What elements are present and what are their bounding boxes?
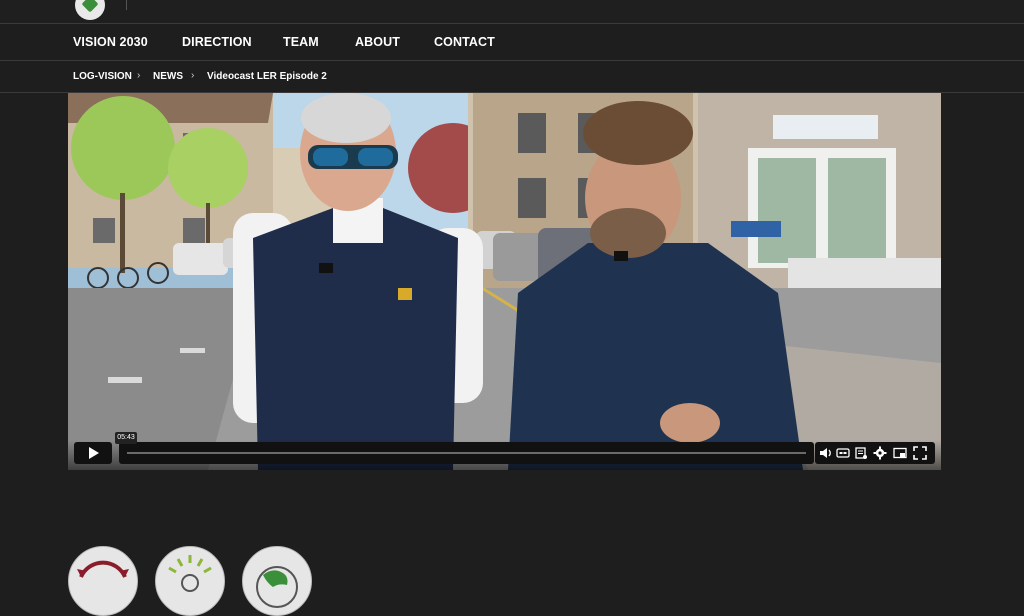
breadcrumb-current-page: Videocast LER Episode 2 bbox=[207, 71, 327, 82]
nav-item-about[interactable]: ABOUT bbox=[355, 35, 400, 49]
breadcrumb-news[interactable]: NEWS bbox=[153, 71, 183, 82]
captions-icon[interactable] bbox=[836, 446, 850, 460]
video-frame[interactable] bbox=[68, 93, 941, 470]
progress-track bbox=[127, 452, 806, 454]
player-control-icons bbox=[815, 442, 935, 464]
main-navigation: VISION 2030 DIRECTION TEAM ABOUT CONTACT bbox=[0, 24, 1024, 61]
nav-item-vision-2030[interactable]: VISION 2030 bbox=[73, 35, 148, 49]
fullscreen-icon[interactable] bbox=[913, 446, 927, 460]
play-button[interactable] bbox=[74, 442, 112, 464]
nav-item-contact[interactable]: CONTACT bbox=[434, 35, 495, 49]
settings-icon[interactable] bbox=[873, 446, 887, 460]
transcript-icon[interactable] bbox=[854, 446, 868, 460]
breadcrumb-log-vision[interactable]: LOG-VISION bbox=[73, 71, 132, 82]
video-player[interactable]: 05:43 bbox=[68, 93, 941, 470]
globe-icon[interactable] bbox=[242, 546, 312, 616]
top-bar bbox=[0, 0, 1024, 24]
log-vision-logo-icon[interactable] bbox=[75, 0, 105, 20]
cycle-icon[interactable] bbox=[68, 546, 138, 616]
nav-item-team[interactable]: TEAM bbox=[283, 35, 319, 49]
play-icon bbox=[89, 447, 99, 459]
pip-icon[interactable] bbox=[893, 446, 907, 460]
header-divider bbox=[126, 0, 127, 10]
video-progress-bar[interactable] bbox=[119, 442, 814, 464]
breadcrumb-separator: › bbox=[137, 70, 141, 81]
sunburst-icon[interactable] bbox=[155, 546, 225, 616]
breadcrumb-separator: › bbox=[191, 70, 195, 81]
volume-icon[interactable] bbox=[819, 446, 833, 460]
nav-item-direction[interactable]: DIRECTION bbox=[182, 35, 252, 49]
breadcrumb: LOG-VISION › NEWS › Videocast LER Episod… bbox=[0, 61, 1024, 93]
time-tooltip: 05:43 bbox=[115, 432, 137, 444]
